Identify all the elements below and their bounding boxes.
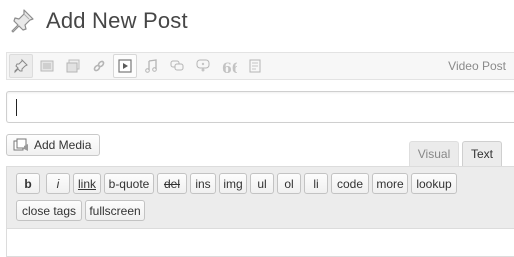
editor-area: b i link b-quote del ins img ul ol li co… (6, 166, 514, 257)
tab-text[interactable]: Text (462, 141, 502, 166)
audio-icon (145, 59, 157, 73)
format-image-button[interactable] (35, 54, 59, 78)
image-icon (40, 60, 54, 72)
add-media-label: Add Media (34, 138, 92, 152)
format-link-button[interactable] (87, 54, 111, 78)
format-standard-button[interactable] (9, 54, 33, 78)
gallery-icon (66, 59, 80, 73)
qt-bquote-button[interactable]: b-quote (104, 173, 154, 194)
qt-close-tags-button[interactable]: close tags (16, 200, 82, 221)
qt-ins-button[interactable]: ins (190, 173, 216, 194)
qt-img-button[interactable]: img (219, 173, 247, 194)
post-title-input[interactable] (6, 91, 514, 123)
add-media-button[interactable]: Add Media (6, 134, 101, 156)
text-cursor (16, 99, 17, 116)
format-video-button[interactable] (113, 54, 137, 78)
pushpin-icon (11, 9, 34, 33)
tab-visual[interactable]: Visual (409, 141, 459, 166)
svg-text:66: 66 (222, 61, 237, 74)
quicktags-toolbar: b i link b-quote del ins img ul ol li co… (7, 167, 514, 229)
format-quote-button[interactable]: 66 (217, 54, 241, 78)
qt-code-button[interactable]: code (331, 173, 369, 194)
qt-link-button[interactable]: link (73, 173, 101, 194)
video-icon (118, 59, 132, 73)
qt-fullscreen-button[interactable]: fullscreen (85, 200, 145, 221)
page-title: Add New Post (46, 8, 188, 33)
format-audio-button[interactable] (139, 54, 163, 78)
qt-italic-button[interactable]: i (46, 173, 70, 194)
chat-icon (170, 60, 184, 71)
qt-bold-button[interactable]: b (16, 173, 40, 194)
qt-lookup-button[interactable]: lookup (411, 173, 457, 194)
qt-del-button[interactable]: del (157, 173, 187, 194)
format-chat-button[interactable] (165, 54, 189, 78)
aside-icon (249, 59, 261, 73)
qt-ul-button[interactable]: ul (250, 173, 274, 194)
link-icon (93, 60, 105, 72)
qt-ol-button[interactable]: ol (277, 173, 301, 194)
post-format-bar: 66 Video Post (6, 52, 514, 80)
standard-icon (14, 58, 28, 74)
qt-more-button[interactable]: more (372, 173, 408, 194)
format-aside-button[interactable] (243, 54, 267, 78)
quote-icon: 66 (222, 61, 237, 74)
content-textarea[interactable] (7, 229, 514, 257)
current-format-label: Video Post (448, 59, 506, 73)
status-icon (196, 59, 210, 72)
qt-li-button[interactable]: li (304, 173, 328, 194)
format-status-button[interactable] (191, 54, 215, 78)
format-gallery-button[interactable] (61, 54, 85, 78)
page-header: Add New Post (8, 6, 188, 36)
media-icon (13, 138, 28, 151)
